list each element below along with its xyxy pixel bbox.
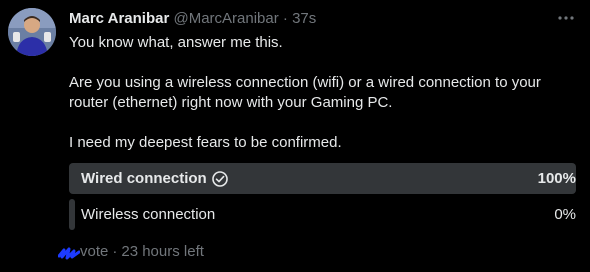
header-separator: · — [282, 10, 288, 27]
poll-option-wireless: Wireless connection 0% — [69, 199, 576, 230]
poll-time-left: 23 hours left — [121, 243, 204, 260]
author-handle[interactable]: @MarcAranibar — [173, 10, 278, 27]
avatar[interactable] — [8, 8, 56, 56]
tweet-paragraph: You know what, answer me this. — [69, 34, 283, 51]
poll-option-text: Wireless connection — [81, 206, 216, 223]
author-name[interactable]: Marc Aranibar — [69, 10, 169, 27]
poll-option-percent: 0% — [554, 206, 576, 223]
poll-result-bar — [69, 199, 75, 230]
poll-option-label: Wireless connection — [81, 206, 215, 224]
vote-count: vote — [80, 243, 109, 260]
poll-footer: vote · 23 hours left — [57, 243, 204, 261]
poll-option-label: Wired connection — [81, 170, 229, 188]
check-circle-icon — [211, 170, 229, 188]
more-horizontal-icon[interactable] — [556, 8, 576, 28]
poll-option-wired: Wired connection 100% — [69, 163, 576, 194]
footer-separator: · — [112, 243, 118, 260]
tweet-paragraph: I need my deepest fears to be confirmed. — [69, 134, 342, 151]
tweet-paragraph: Are you using a wireless connection (wif… — [69, 74, 541, 111]
tweet-timestamp[interactable]: 37s — [292, 10, 316, 27]
tweet-header: Marc Aranibar @MarcAranibar · 37s — [69, 10, 550, 28]
poll: Wired connection 100% Wireless connectio… — [69, 163, 576, 235]
redaction-scribble — [57, 244, 81, 260]
poll-option-text: Wired connection — [81, 170, 207, 187]
poll-option-percent: 100% — [537, 170, 576, 187]
tweet-text: You know what, answer me this. Are you u… — [69, 33, 579, 153]
